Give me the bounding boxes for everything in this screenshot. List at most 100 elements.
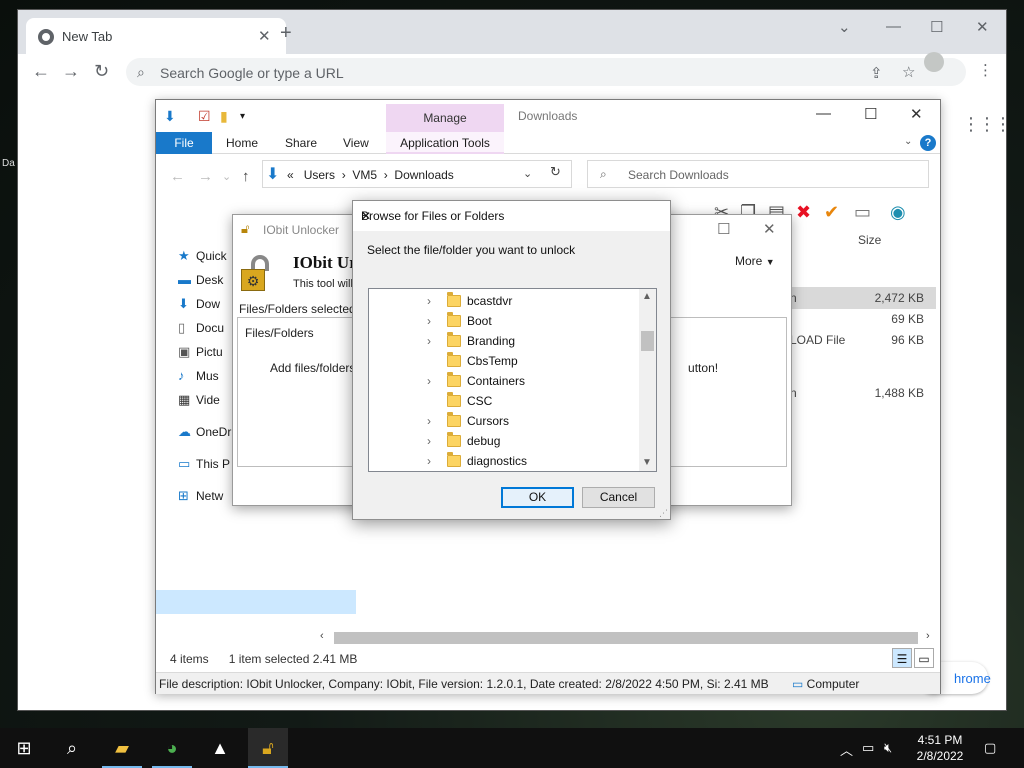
maximize-icon[interactable]: ☐ xyxy=(930,18,943,36)
tree-folder-item[interactable]: CSC xyxy=(369,391,639,411)
windows-start-icon[interactable]: ⊞ xyxy=(4,728,44,768)
tab-file[interactable]: File xyxy=(156,132,212,154)
scroll-left-icon[interactable]: ‹ xyxy=(320,630,324,642)
scroll-right-icon[interactable]: › xyxy=(926,630,930,642)
nav-item-network[interactable]: ⊞ Netw xyxy=(178,488,223,504)
nav-item-documents[interactable]: ▯ Docu xyxy=(178,320,224,336)
network-icon[interactable]: ▭ xyxy=(862,740,874,756)
scrollbar-thumb[interactable] xyxy=(641,331,654,351)
close-window-icon[interactable]: ✕ xyxy=(910,105,923,123)
iobit-unlocker-icon[interactable]: 🔓︎ xyxy=(248,728,288,768)
chevron-down-icon[interactable]: ⌄ xyxy=(838,18,851,36)
properties-check-icon[interactable]: ☑ xyxy=(198,108,211,125)
rename-icon[interactable]: ▭ xyxy=(854,202,871,222)
back-arrow-icon[interactable]: ← xyxy=(170,168,185,185)
chrome-icon[interactable]: ◕ xyxy=(152,728,192,768)
list-header-files-folders[interactable]: Files/Folders xyxy=(245,326,314,340)
tab-view[interactable]: View xyxy=(343,136,369,150)
recent-locations-icon[interactable]: ⌄ xyxy=(222,170,231,183)
forward-arrow-icon[interactable]: → xyxy=(198,168,213,185)
scrollbar-thumb[interactable] xyxy=(334,632,918,644)
file-row[interactable]: n 1,488 KB xyxy=(786,382,936,404)
maximize-icon[interactable]: ☐ xyxy=(717,220,730,238)
chevron-right-icon[interactable]: › xyxy=(427,334,431,348)
chevron-up-icon[interactable]: ︿ xyxy=(840,740,853,759)
forward-arrow-icon[interactable]: → xyxy=(62,62,80,80)
nav-item-desktop[interactable]: ▬ Desk xyxy=(178,272,223,287)
back-arrow-icon[interactable]: ← xyxy=(32,62,50,80)
delete-icon[interactable]: ✖ xyxy=(796,202,811,222)
notifications-icon[interactable]: ▢ xyxy=(984,740,996,756)
shell-icon[interactable]: ◉ xyxy=(890,202,906,222)
reload-icon[interactable]: ↻ xyxy=(94,62,109,80)
breadcrumb-vm5[interactable]: VM5 xyxy=(352,168,377,182)
scroll-up-icon[interactable]: ▲ xyxy=(642,291,652,302)
chevron-right-icon[interactable]: › xyxy=(427,454,431,468)
chevron-down-icon[interactable]: ⌄ xyxy=(904,136,912,147)
photos-icon[interactable]: ▲ xyxy=(200,728,240,768)
tab-home[interactable]: Home xyxy=(226,136,258,150)
file-row[interactable]: n 2,472 KB xyxy=(786,287,936,309)
details-view-icon[interactable]: ☰ xyxy=(892,648,912,668)
refresh-icon[interactable]: ↻ xyxy=(550,164,561,180)
resize-grip-icon[interactable]: ⋰ xyxy=(659,508,668,519)
tree-folder-item[interactable]: › debug xyxy=(369,431,639,451)
file-row[interactable]: 69 KB xyxy=(786,308,936,330)
more-menu-icon[interactable]: ⋮ xyxy=(978,61,993,79)
nav-item-videos[interactable]: ▦ Vide xyxy=(178,392,220,408)
nav-item-this-pc[interactable]: ▭ This P xyxy=(178,456,230,472)
address-bar[interactable]: ⬇ « Users › VM5 › Downloads ⌄ xyxy=(262,160,572,188)
profile-avatar[interactable] xyxy=(924,52,944,72)
cancel-button[interactable]: Cancel xyxy=(582,487,655,508)
more-button[interactable]: More ▼ xyxy=(735,254,775,268)
horizontal-scrollbar[interactable]: ‹ › xyxy=(316,630,936,646)
omnibox[interactable]: ⌕ Search Google or type a URL ⇪ ☆ xyxy=(126,58,966,86)
folder-icon[interactable]: ▮ xyxy=(220,108,228,125)
qat-dropdown-icon[interactable]: ▾ xyxy=(240,111,245,122)
file-row[interactable]: LOAD File 96 KB xyxy=(786,329,936,351)
search-icon[interactable]: ⌕ xyxy=(52,728,92,768)
close-window-icon[interactable]: ✕ xyxy=(763,220,776,238)
apps-grid-icon[interactable]: ⋮⋮⋮ xyxy=(962,114,1012,135)
chevron-right-icon[interactable]: › xyxy=(427,314,431,328)
nav-item-pictures[interactable]: ▣ Pictu xyxy=(178,344,223,360)
tree-folder-item[interactable]: › Containers xyxy=(369,371,639,391)
chevron-right-icon[interactable]: › xyxy=(427,374,431,388)
chevron-down-icon[interactable]: ⌄ xyxy=(523,167,532,180)
scroll-down-icon[interactable]: ▼ xyxy=(642,457,652,468)
close-icon[interactable]: ✕ xyxy=(258,27,271,45)
tree-folder-item[interactable]: › Branding xyxy=(369,331,639,351)
chevron-right-icon[interactable]: › xyxy=(427,414,431,428)
chrome-tab-new-tab[interactable]: New Tab ✕ xyxy=(26,18,286,54)
large-icons-view-icon[interactable]: ▭ xyxy=(914,648,934,668)
close-window-icon[interactable]: ✕ xyxy=(976,18,989,36)
ok-button[interactable]: OK xyxy=(501,487,574,508)
chevron-right-icon[interactable]: › xyxy=(427,434,431,448)
speaker-muted-icon[interactable]: 🔇︎ xyxy=(884,740,892,756)
check-icon[interactable]: ✔ xyxy=(824,202,839,222)
breadcrumb-downloads[interactable]: Downloads xyxy=(394,168,453,182)
minimize-icon[interactable]: — xyxy=(886,18,901,35)
breadcrumb-users[interactable]: Users xyxy=(304,168,335,182)
tree-folder-item[interactable]: › bcastdvr xyxy=(369,291,639,311)
clock[interactable]: 4:51 PM 2/8/2022 xyxy=(910,732,970,764)
bookmark-star-icon[interactable]: ☆ xyxy=(902,63,915,81)
nav-item-music[interactable]: ♪ Mus xyxy=(178,368,219,383)
help-icon[interactable]: ? xyxy=(920,135,936,151)
up-arrow-icon[interactable]: ↑ xyxy=(242,168,250,185)
download-arrow-icon[interactable]: ⬇ xyxy=(164,108,176,125)
tree-folder-item[interactable]: › diagnostics xyxy=(369,451,639,471)
search-downloads-field[interactable]: ⌕ Search Downloads xyxy=(587,160,929,188)
close-icon[interactable]: ✕ xyxy=(361,209,371,223)
desktop-icon-label-fragment[interactable]: Da xyxy=(2,158,15,169)
tab-application-tools[interactable]: Application Tools xyxy=(386,132,504,154)
tree-folder-item[interactable]: › Boot xyxy=(369,311,639,331)
column-header-size[interactable]: Size xyxy=(858,233,881,247)
minimize-icon[interactable]: — xyxy=(816,105,831,122)
maximize-icon[interactable]: ☐ xyxy=(864,105,877,123)
nav-item-downloads[interactable]: ⬇ Dow xyxy=(178,296,220,312)
file-explorer-icon[interactable]: ▰ xyxy=(102,728,142,768)
nav-item-quick-access[interactable]: ★ Quick xyxy=(178,248,227,264)
chevron-right-icon[interactable]: › xyxy=(427,294,431,308)
tab-share[interactable]: Share xyxy=(285,136,317,150)
